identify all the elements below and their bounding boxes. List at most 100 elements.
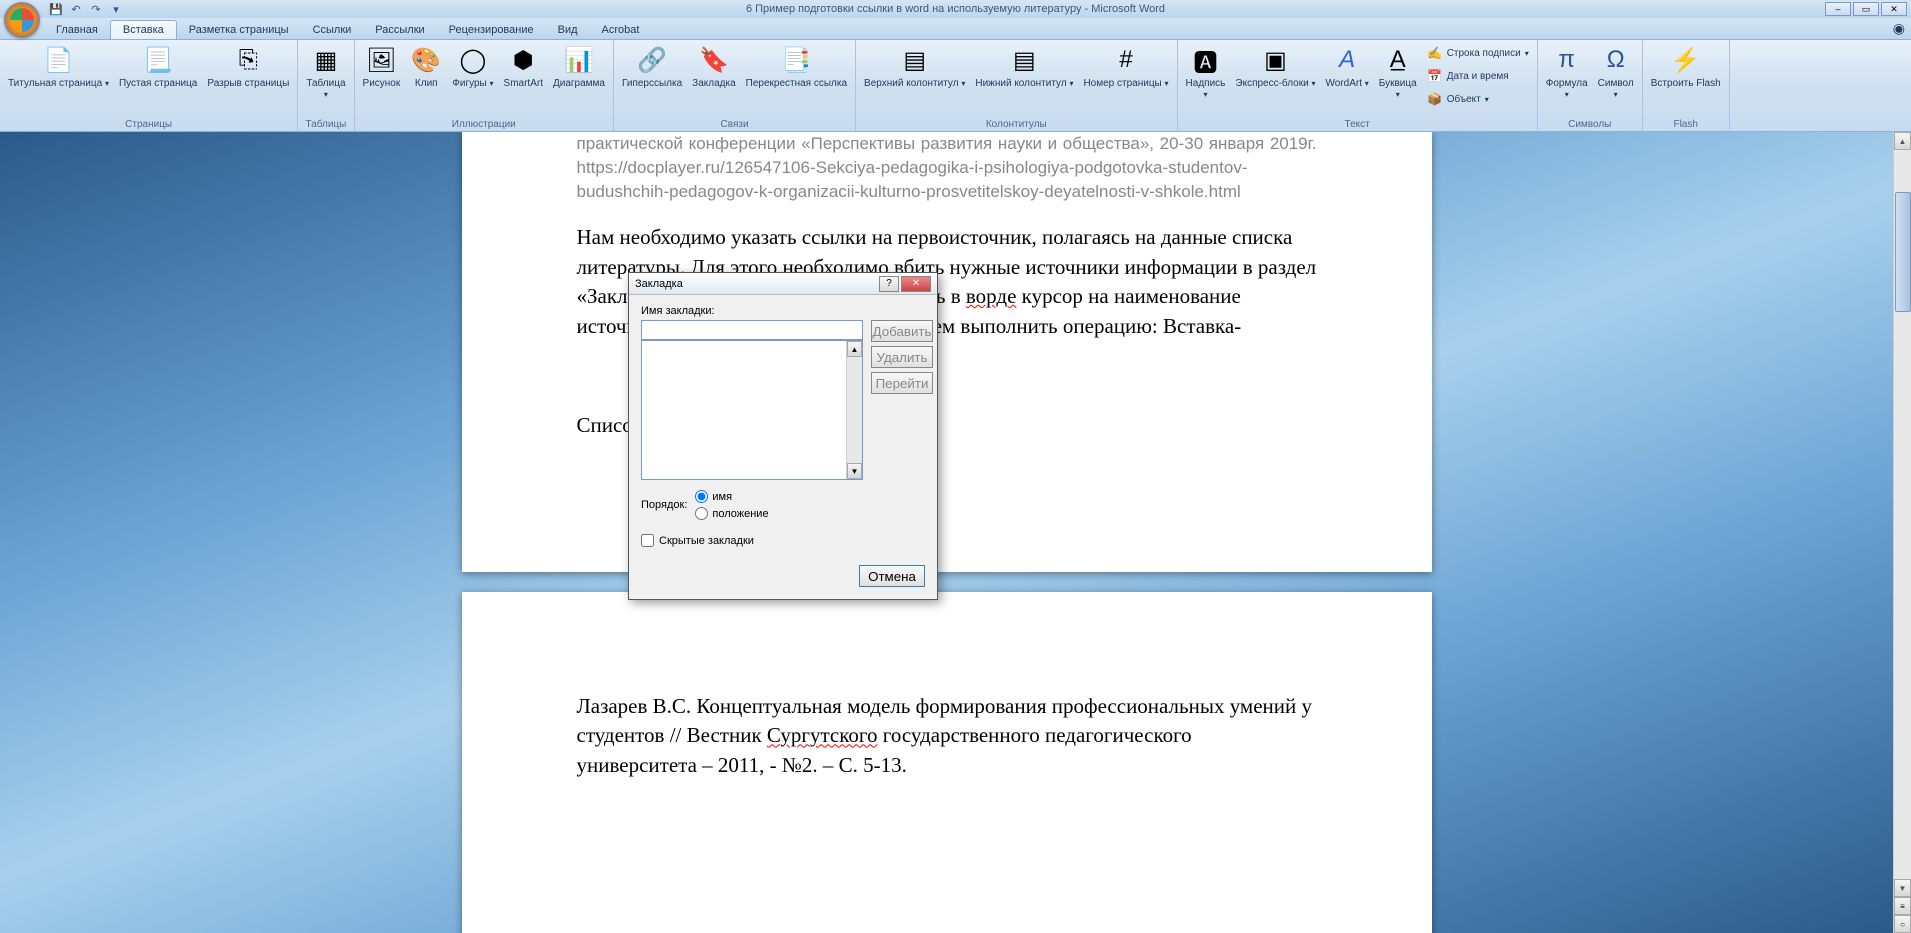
tab-view[interactable]: Вид xyxy=(546,21,590,39)
symbol-button[interactable]: ΩСимвол▾ xyxy=(1594,42,1638,102)
vertical-scrollbar[interactable]: ▲ ▼ ≡ ○ xyxy=(1893,132,1911,933)
cross-reference-button[interactable]: 📑Перекрестная ссылка xyxy=(742,42,851,91)
group-label-symbols: Символы xyxy=(1542,118,1638,131)
tab-references[interactable]: Ссылки xyxy=(301,21,364,39)
blank-page-icon: 📃 xyxy=(142,44,174,76)
office-button[interactable] xyxy=(4,2,40,38)
order-name-radio[interactable]: имя xyxy=(695,490,768,503)
ribbon-group-illustrations: 🖼Рисунок 🎨Клип ◯Фигуры ▾ ⬢SmartArt 📊Диаг… xyxy=(355,40,614,131)
goto-button[interactable]: Перейти xyxy=(871,372,933,394)
bookmark-icon: 🔖 xyxy=(698,44,730,76)
ribbon-tabs: Главная Вставка Разметка страницы Ссылки… xyxy=(0,18,1911,40)
smartart-button[interactable]: ⬢SmartArt xyxy=(500,42,547,91)
add-button[interactable]: Добавить xyxy=(871,320,933,342)
scroll-down-button[interactable]: ▼ xyxy=(1894,879,1911,897)
header-button[interactable]: ▤Верхний колонтитул ▾ xyxy=(860,42,969,91)
dropcap-icon: A̲ xyxy=(1382,44,1414,76)
signature-line-button[interactable]: ✍Строка подписи ▾ xyxy=(1423,42,1533,64)
smartart-icon: ⬢ xyxy=(507,44,539,76)
tab-insert[interactable]: Вставка xyxy=(110,20,177,39)
dialog-titlebar[interactable]: Закладка ? ✕ xyxy=(629,273,937,295)
shapes-button[interactable]: ◯Фигуры ▾ xyxy=(448,42,497,91)
save-icon[interactable]: 💾 xyxy=(48,1,64,17)
equation-button[interactable]: πФормула▾ xyxy=(1542,42,1592,102)
document-area: практической конференции «Перспективы ра… xyxy=(0,132,1893,933)
dropcap-button[interactable]: A̲Буквица▾ xyxy=(1375,42,1421,102)
titlebar: 💾 ↶ ↷ ▾ 6 Пример подготовки ссылки в wor… xyxy=(0,0,1911,18)
minimize-button[interactable]: – xyxy=(1825,2,1851,16)
symbol-icon: Ω xyxy=(1600,44,1632,76)
doc-gray-text: практической конференции «Перспективы ра… xyxy=(577,132,1317,203)
flash-icon: ⚡ xyxy=(1670,44,1702,76)
qat-more-icon[interactable]: ▾ xyxy=(108,1,124,17)
tab-mailings[interactable]: Рассылки xyxy=(363,21,436,39)
object-button[interactable]: 📦Объект ▾ xyxy=(1423,88,1533,110)
tab-acrobat[interactable]: Acrobat xyxy=(590,21,652,39)
order-label: Порядок: xyxy=(641,499,687,511)
list-scrollbar[interactable]: ▲ ▼ xyxy=(846,341,862,479)
close-button[interactable]: ✕ xyxy=(1881,2,1907,16)
undo-icon[interactable]: ↶ xyxy=(68,1,84,17)
list-scroll-up[interactable]: ▲ xyxy=(847,341,862,357)
picture-button[interactable]: 🖼Рисунок xyxy=(359,42,405,91)
window-title: 6 Пример подготовки ссылки в word на исп… xyxy=(746,3,1165,15)
dialog-help-button[interactable]: ? xyxy=(879,276,899,292)
ribbon-group-symbols: πФормула▾ ΩСимвол▾ Символы xyxy=(1538,40,1643,131)
ribbon-group-text: 🅰Надпись▾ ▣Экспресс-блоки ▾ AWordArt ▾ A… xyxy=(1178,40,1538,131)
page-number-button[interactable]: #Номер страницы ▾ xyxy=(1079,42,1172,91)
page-break-icon: ⎘ xyxy=(232,44,264,76)
tab-page-layout[interactable]: Разметка страницы xyxy=(177,21,301,39)
chart-button[interactable]: 📊Диаграмма xyxy=(549,42,609,91)
ribbon-group-tables: ▦Таблица▾ Таблицы xyxy=(298,40,354,131)
bookmark-list[interactable]: ▲ ▼ xyxy=(641,340,863,480)
signature-icon: ✍ xyxy=(1427,45,1443,61)
scroll-thumb[interactable] xyxy=(1895,192,1911,312)
group-label-illustrations: Иллюстрации xyxy=(359,118,609,131)
list-scroll-down[interactable]: ▼ xyxy=(847,463,862,479)
browse-object-button[interactable]: ○ xyxy=(1894,915,1911,933)
scroll-up-button[interactable]: ▲ xyxy=(1894,132,1911,150)
group-label-flash: Flash xyxy=(1647,118,1725,131)
page-2[interactable]: Лазарев В.С. Концептуальная модель форми… xyxy=(462,592,1432,933)
quickparts-button[interactable]: ▣Экспресс-блоки ▾ xyxy=(1231,42,1319,91)
clip-button[interactable]: 🎨Клип xyxy=(406,42,446,91)
page-break-button[interactable]: ⎘Разрыв страницы xyxy=(203,42,293,91)
page-1[interactable]: практической конференции «Перспективы ра… xyxy=(462,132,1432,572)
delete-button[interactable]: Удалить xyxy=(871,346,933,368)
cover-page-icon: 📄 xyxy=(42,44,74,76)
textbox-button[interactable]: 🅰Надпись▾ xyxy=(1182,42,1230,102)
cross-ref-icon: 📑 xyxy=(780,44,812,76)
bookmark-button[interactable]: 🔖Закладка xyxy=(688,42,739,91)
hyperlink-button[interactable]: 🔗Гиперссылка xyxy=(618,42,686,91)
datetime-icon: 📅 xyxy=(1427,68,1443,84)
hidden-bookmarks-checkbox[interactable] xyxy=(641,534,654,547)
embed-flash-button[interactable]: ⚡Встроить Flash xyxy=(1647,42,1725,91)
bookmark-name-label: Имя закладки: xyxy=(641,305,925,317)
group-label-tables: Таблицы xyxy=(302,118,349,131)
footer-button[interactable]: ▤Нижний колонтитул ▾ xyxy=(971,42,1077,91)
tab-review[interactable]: Рецензирование xyxy=(437,21,546,39)
blank-page-button[interactable]: 📃Пустая страница xyxy=(115,42,201,91)
group-label-text: Текст xyxy=(1182,118,1533,131)
cover-page-button[interactable]: 📄Титульная страница ▾ xyxy=(4,42,113,91)
ribbon-group-header-footer: ▤Верхний колонтитул ▾ ▤Нижний колонтитул… xyxy=(856,40,1178,131)
table-button[interactable]: ▦Таблица▾ xyxy=(302,42,349,102)
cancel-button[interactable]: Отмена xyxy=(859,565,925,587)
prev-page-button[interactable]: ≡ xyxy=(1894,897,1911,915)
wordart-button[interactable]: AWordArt ▾ xyxy=(1321,42,1372,91)
ribbon-group-flash: ⚡Встроить Flash Flash xyxy=(1643,40,1730,131)
group-label-pages: Страницы xyxy=(4,118,293,131)
doc-paragraph-3: Лазарев В.С. Концептуальная модель форми… xyxy=(577,692,1317,780)
tab-home[interactable]: Главная xyxy=(44,21,110,39)
bookmark-name-input[interactable] xyxy=(641,320,863,340)
date-time-button[interactable]: 📅Дата и время xyxy=(1423,65,1533,87)
help-icon[interactable]: ◉ xyxy=(1887,18,1911,39)
textbox-icon: 🅰 xyxy=(1189,44,1221,76)
dialog-close-button[interactable]: ✕ xyxy=(901,276,931,292)
bookmark-dialog: Закладка ? ✕ Имя закладки: ▲ ▼ Добавить … xyxy=(628,272,938,600)
order-position-radio[interactable]: положение xyxy=(695,507,768,520)
ribbon-group-links: 🔗Гиперссылка 🔖Закладка 📑Перекрестная ссы… xyxy=(614,40,856,131)
maximize-button[interactable]: ▭ xyxy=(1853,2,1879,16)
hidden-bookmarks-label: Скрытые закладки xyxy=(659,535,754,547)
redo-icon[interactable]: ↷ xyxy=(88,1,104,17)
